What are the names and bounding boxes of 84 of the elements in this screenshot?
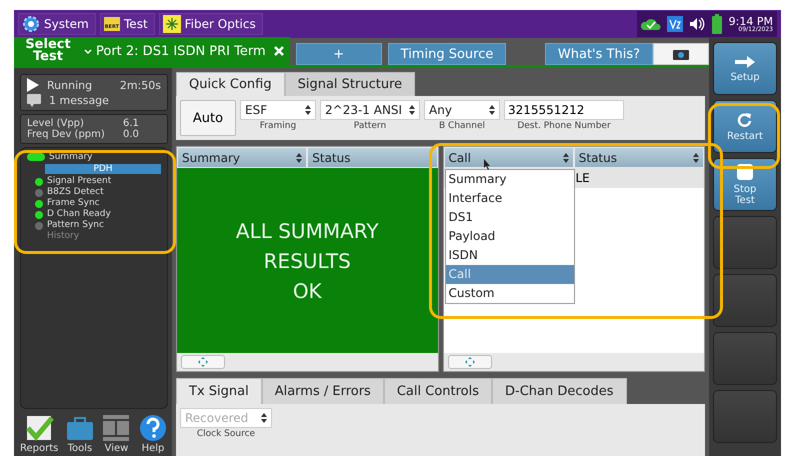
select-test-button[interactable]: Select Test <box>20 39 76 63</box>
side-button[interactable]: Restart <box>713 100 777 153</box>
measurement-value: 0.0 <box>123 129 140 140</box>
category-dropdown[interactable]: Summary <box>178 148 306 167</box>
spinner-arrows-icon <box>489 105 495 115</box>
auto-button[interactable]: Auto <box>180 100 236 136</box>
battery-icon <box>710 14 723 34</box>
play-icon[interactable] <box>27 78 39 92</box>
gear-icon <box>22 15 40 33</box>
field-label: Dest. Phone Number <box>517 121 611 131</box>
summary-text: RESULTS <box>264 248 351 274</box>
results-heading: LE <box>576 171 590 185</box>
config-tab[interactable]: Quick Config <box>176 72 285 96</box>
spinner-arrows-icon <box>562 152 569 162</box>
category-dropdown[interactable]: Call <box>444 148 573 167</box>
dropdown-field[interactable]: Any <box>424 100 500 120</box>
side-button[interactable]: Stop Test <box>713 158 777 211</box>
close-icon[interactable] <box>274 46 284 56</box>
tree-item[interactable]: Pattern Sync <box>47 220 104 231</box>
spinner-arrows-icon <box>693 152 699 162</box>
message-count: 1 message <box>49 94 109 107</box>
restart-icon <box>737 112 753 128</box>
camera-icon <box>673 48 689 60</box>
help-icon <box>138 414 168 442</box>
dropdown-field[interactable]: ESF <box>240 100 316 120</box>
tree-item[interactable]: History <box>47 231 80 241</box>
tree-item[interactable]: Summary <box>49 152 92 162</box>
spinner-arrows-icon <box>409 105 415 115</box>
bottom-tab[interactable]: Alarms / Errors <box>262 378 384 404</box>
move-icon <box>464 357 474 367</box>
tool-button[interactable]: Reports <box>20 414 58 454</box>
empty-soft-button[interactable] <box>713 274 777 327</box>
checklist-icon <box>24 414 54 442</box>
run-state: Running <box>47 78 92 92</box>
bottom-tab[interactable]: Tx Signal <box>176 378 262 404</box>
starburst-icon <box>162 15 181 33</box>
clock-time: 9:14 PM <box>728 16 773 26</box>
view-dropdown[interactable]: Status <box>308 148 436 167</box>
toolbox-icon <box>64 414 95 442</box>
cloud-check-icon <box>640 18 661 30</box>
spinner-arrows-icon <box>261 413 267 423</box>
summary-text: ALL SUMMARY <box>236 218 379 244</box>
tree-item[interactable]: Signal Present <box>47 176 112 187</box>
test-tab[interactable]: Timing Source <box>388 43 506 65</box>
config-tab[interactable]: Signal Structure <box>284 72 416 96</box>
tree-item[interactable]: Frame Sync <box>47 198 100 209</box>
bottom-tab[interactable]: D-Chan Decodes <box>492 378 627 404</box>
field-label: Framing <box>260 121 296 131</box>
measurement-label: Freq Dev (ppm) <box>27 129 106 140</box>
arrow-right-icon <box>734 54 756 68</box>
app-button[interactable]: Fiber Optics <box>158 13 263 35</box>
move-icon <box>198 357 208 367</box>
bottom-tab[interactable]: Call Controls <box>384 378 492 404</box>
measurement-label: Level (Vpp) <box>27 118 84 129</box>
dropdown-field[interactable]: 2^23-1 ANSI <box>320 100 420 120</box>
field-label: Clock Source <box>196 429 256 439</box>
tree-item[interactable]: B8ZS Detect <box>47 187 104 198</box>
camera-button[interactable] <box>653 43 709 65</box>
tree-item[interactable]: D Chan Ready <box>47 209 111 220</box>
tool-button[interactable]: View <box>101 414 132 454</box>
spinner-arrows-icon <box>296 152 302 162</box>
view-dropdown[interactable]: Status <box>574 148 703 167</box>
whats-this-button[interactable]: What's This? <box>544 43 653 65</box>
port-dropdown[interactable]: Port 2: DS1 ISDN PRI Term <box>84 44 266 58</box>
phone-input-field[interactable]: 3215551212 <box>504 100 624 120</box>
tool-button[interactable]: Help <box>138 414 168 454</box>
side-button[interactable]: Setup <box>713 42 777 95</box>
empty-soft-button[interactable] <box>713 216 777 269</box>
test-tab[interactable]: + <box>296 43 382 65</box>
field-label: Pattern <box>354 121 386 131</box>
cursor-icon <box>484 159 492 170</box>
message-icon[interactable] <box>27 94 41 107</box>
app-button[interactable]: System <box>18 13 96 35</box>
elapsed-time: 2m:50s <box>120 78 161 92</box>
summary-text: OK <box>292 278 322 304</box>
layout-icon <box>101 414 132 442</box>
tool-button[interactable]: Tools <box>64 414 95 454</box>
tree-group[interactable]: PDH <box>45 164 161 174</box>
spinner-arrows-icon <box>305 105 311 115</box>
speaker-icon <box>688 16 705 32</box>
chevron-down-icon <box>84 48 92 54</box>
field-label: B Channel <box>439 121 485 131</box>
measurement-value: 6.1 <box>123 118 140 129</box>
v2-icon <box>666 16 683 32</box>
